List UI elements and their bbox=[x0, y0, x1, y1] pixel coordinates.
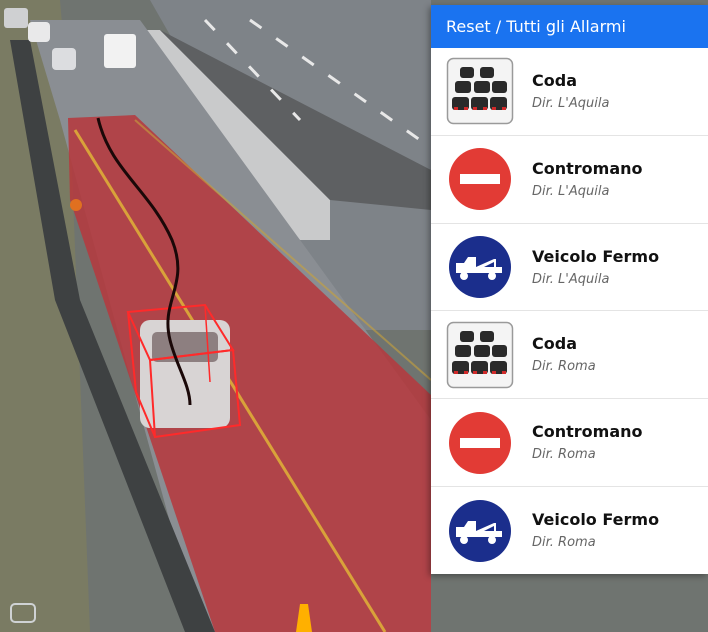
vehicle bbox=[28, 22, 50, 42]
alarm-direction: Dir. Roma bbox=[532, 447, 596, 463]
alarm-title: Contromano bbox=[532, 422, 643, 442]
alarm-direction: Dir. L'Aquila bbox=[532, 95, 610, 111]
alarm-direction: Dir. L'Aquila bbox=[532, 271, 610, 287]
traffic-queue-icon bbox=[446, 57, 514, 125]
no-entry-icon bbox=[446, 409, 514, 477]
alarm-title: Veicolo Fermo bbox=[532, 510, 660, 530]
alarm-direction: Dir. Roma bbox=[532, 359, 596, 375]
no-entry-icon bbox=[446, 145, 514, 213]
alarm-item-wrongway-roma[interactable]: Contromano Dir. Roma bbox=[431, 399, 708, 488]
alarm-direction: Dir. Roma bbox=[532, 535, 596, 551]
vehicle bbox=[104, 34, 136, 68]
alarm-title: Coda bbox=[532, 70, 577, 90]
alarm-panel: Reset / Tutti gli Allarmi Coda Dir. L'Aq… bbox=[431, 5, 708, 574]
alarm-title: Contromano bbox=[532, 158, 643, 178]
alarm-item-stopped-laquila[interactable]: Veicolo Fermo Dir. L'Aquila bbox=[431, 223, 708, 312]
alarm-item-queue-laquila[interactable]: Coda Dir. L'Aquila bbox=[431, 48, 708, 136]
vehicle bbox=[4, 8, 28, 28]
tow-truck-icon bbox=[446, 233, 514, 301]
alarm-item-stopped-roma[interactable]: Veicolo Fermo Dir. Roma bbox=[431, 487, 708, 574]
tow-truck-icon bbox=[446, 497, 514, 565]
traffic-queue-icon bbox=[446, 321, 514, 389]
alarm-item-queue-roma[interactable]: Coda Dir. Roma bbox=[431, 311, 708, 400]
alarm-direction: Dir. L'Aquila bbox=[532, 183, 610, 199]
alarm-title: Veicolo Fermo bbox=[532, 246, 660, 266]
alarm-item-wrongway-laquila[interactable]: Contromano Dir. L'Aquila bbox=[431, 135, 708, 224]
reset-all-alarms-button[interactable]: Reset / Tutti gli Allarmi bbox=[431, 5, 708, 48]
vehicle bbox=[52, 48, 76, 70]
alarm-title: Coda bbox=[532, 334, 577, 354]
